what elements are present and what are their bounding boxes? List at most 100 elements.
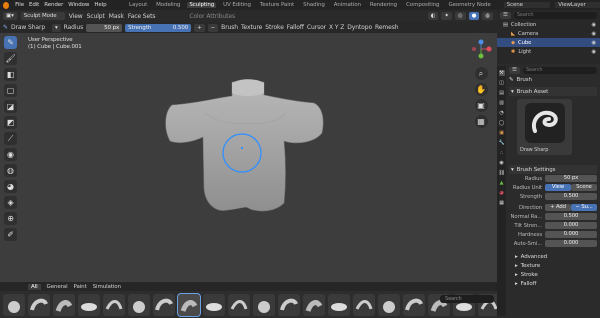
brush-thumb[interactable] (53, 293, 75, 316)
brush-thumb[interactable] (278, 293, 300, 316)
3d-viewport[interactable]: User Perspective (1) Cube | Cube.001 (0, 33, 497, 282)
radius-unit-view-button[interactable]: View (545, 184, 571, 191)
falloff-menu[interactable]: Falloff (287, 24, 304, 31)
radius-prop-field[interactable]: 50 px (545, 175, 597, 182)
hardness-field[interactable]: 0.000 (545, 231, 597, 238)
blender-logo-icon[interactable] (3, 1, 10, 9)
advanced-panel-header[interactable]: ▸ Advanced (509, 252, 597, 261)
pan-hand-icon[interactable]: ✋ (474, 83, 488, 96)
menu-mask[interactable]: Mask (109, 13, 124, 20)
tilt-strength-field[interactable]: 0.000 (545, 222, 597, 229)
radius-unit-scene-button[interactable]: Scene (571, 184, 597, 191)
direction-sub-button[interactable]: − (207, 23, 219, 32)
brush-thumb[interactable] (78, 293, 100, 316)
brush-thumb[interactable] (328, 293, 350, 316)
menu-sculpt[interactable]: Sculpt (87, 13, 105, 20)
visibility-eye-icon[interactable]: ◉ (591, 22, 600, 28)
tab-modeling[interactable]: Modeling (154, 2, 182, 8)
symmetry-axes[interactable]: X Y Z (329, 24, 344, 31)
material-shading-icon[interactable]: ◍ (482, 12, 493, 20)
radius-field[interactable]: 50 px (86, 23, 123, 32)
stroke-menu[interactable]: Stroke (265, 24, 284, 31)
line-project-icon[interactable]: ⟋ (4, 132, 17, 145)
shelf-tab-simulation[interactable]: Simulation (93, 284, 121, 290)
camera-eye-icon[interactable]: ◉ (591, 31, 600, 37)
dyntopo-menu[interactable]: Dyntopo (347, 24, 372, 31)
tab-shading[interactable]: Shading (301, 2, 327, 8)
world-tab-icon[interactable]: ◯ (499, 120, 505, 126)
scene-selector[interactable]: Scene (503, 2, 551, 8)
mode-selector[interactable]: Sculpt Mode (20, 12, 65, 20)
menu-render[interactable]: Render (44, 2, 63, 8)
strength-field[interactable]: Strength 0.500 (125, 23, 192, 32)
brush-menu[interactable]: Brush (221, 24, 238, 31)
zoom-icon[interactable]: ⌕ (474, 67, 488, 80)
tab-rendering[interactable]: Rendering (368, 2, 399, 8)
brush-settings-header[interactable]: ▾ Brush Settings (509, 165, 597, 174)
color-filter-icon[interactable]: ◕ (4, 180, 17, 193)
physics-tab-icon[interactable]: ◉ (499, 160, 505, 166)
menu-file[interactable]: File (15, 2, 24, 8)
mask-tool-icon[interactable]: ◧ (4, 68, 17, 81)
mesh-filter-icon[interactable]: ◉ (4, 148, 17, 161)
face-set-icon[interactable]: ◪ (4, 100, 17, 113)
brush-thumb[interactable] (128, 293, 150, 316)
brush-thumb[interactable] (103, 293, 125, 316)
sculpt-mesh[interactable] (0, 33, 497, 282)
properties-search-input[interactable]: Search (522, 67, 597, 74)
strength-prop-field[interactable]: 0.500 (545, 193, 597, 200)
tab-layout[interactable]: Layout (127, 2, 149, 8)
view-layer-selector[interactable]: ViewLayer (555, 2, 600, 8)
remesh-menu[interactable]: Remesh (375, 24, 399, 31)
menu-face-sets[interactable]: Face Sets (128, 13, 156, 20)
gizmo-icon[interactable]: ✦ (441, 12, 452, 20)
brush-name[interactable]: Draw Sharp (11, 24, 49, 31)
overlay-icon[interactable]: ◎ (454, 12, 466, 20)
menu-edit[interactable]: Edit (29, 2, 39, 8)
cube-eye-icon[interactable]: ◉ (591, 40, 600, 46)
brush-thumb[interactable] (253, 293, 275, 316)
object-tab-icon[interactable]: ▣ (499, 130, 505, 136)
tab-geometry-nodes[interactable]: Geometry Node (446, 2, 492, 8)
outliner-search-input[interactable]: Search (513, 11, 597, 19)
brush-thumb[interactable] (28, 293, 50, 316)
draw-tool-icon[interactable]: ✎ (4, 36, 17, 49)
texture-panel-header[interactable]: ▸ Texture (509, 261, 597, 270)
texture-tab-icon[interactable]: ▦ (499, 200, 505, 206)
menu-view[interactable]: View (69, 13, 83, 20)
outliner-row-camera[interactable]: ◣ Camera ◉ (497, 29, 600, 38)
editor-type-button[interactable]: ▣▾ (3, 12, 17, 20)
brush-thumb[interactable] (3, 293, 25, 316)
brush-browse-button[interactable]: ▾ (51, 23, 61, 32)
stroke-panel-header[interactable]: ▸ Stroke (509, 270, 597, 279)
solid-shading-icon[interactable]: ● (468, 12, 480, 20)
brush-thumb[interactable] (303, 293, 325, 316)
menu-help[interactable]: Help (94, 2, 106, 8)
view-layer-tab-icon[interactable]: ▥ (499, 100, 505, 106)
constraints-tab-icon[interactable]: ⛓ (499, 170, 505, 176)
tab-texture-paint[interactable]: Texture Paint (258, 2, 296, 8)
outliner-filter-icon[interactable]: ☰ (500, 11, 511, 19)
render-tab-icon[interactable]: ◫ (499, 80, 505, 86)
shelf-search-input[interactable]: Search (440, 295, 494, 303)
tab-compositing[interactable]: Compositing (404, 2, 441, 8)
direction-add-toggle[interactable]: + Add (545, 204, 571, 211)
texture-menu[interactable]: Texture (241, 24, 262, 31)
color-attributes-menu[interactable]: Color Attributes (189, 13, 235, 20)
direction-add-button[interactable]: + (194, 23, 205, 32)
annotate-icon[interactable]: ✐ (4, 228, 17, 241)
output-tab-icon[interactable]: ▤ (499, 90, 505, 96)
brush-thumb[interactable] (153, 293, 175, 316)
outliner-row-cube[interactable]: ◆ Cube ◉ (497, 38, 600, 47)
tab-sculpting[interactable]: Sculpting (187, 2, 217, 8)
particles-tab-icon[interactable]: ∴ (499, 150, 505, 156)
brush-asset-header[interactable]: ▾ Brush Asset (509, 87, 597, 96)
tool-tab-icon[interactable]: ⚒ (498, 70, 505, 76)
properties-menu-icon[interactable]: ☰ (509, 67, 520, 74)
cloth-filter-icon[interactable]: ◍ (4, 164, 17, 177)
brush-asset-preview[interactable]: Draw Sharp (517, 99, 572, 155)
edit-face-set-icon[interactable]: ◈ (4, 196, 17, 209)
axis-gizmo-icon[interactable] (468, 36, 494, 62)
tab-uv-editing[interactable]: UV Editing (221, 2, 253, 8)
data-tab-icon[interactable]: ▲ (499, 180, 505, 186)
